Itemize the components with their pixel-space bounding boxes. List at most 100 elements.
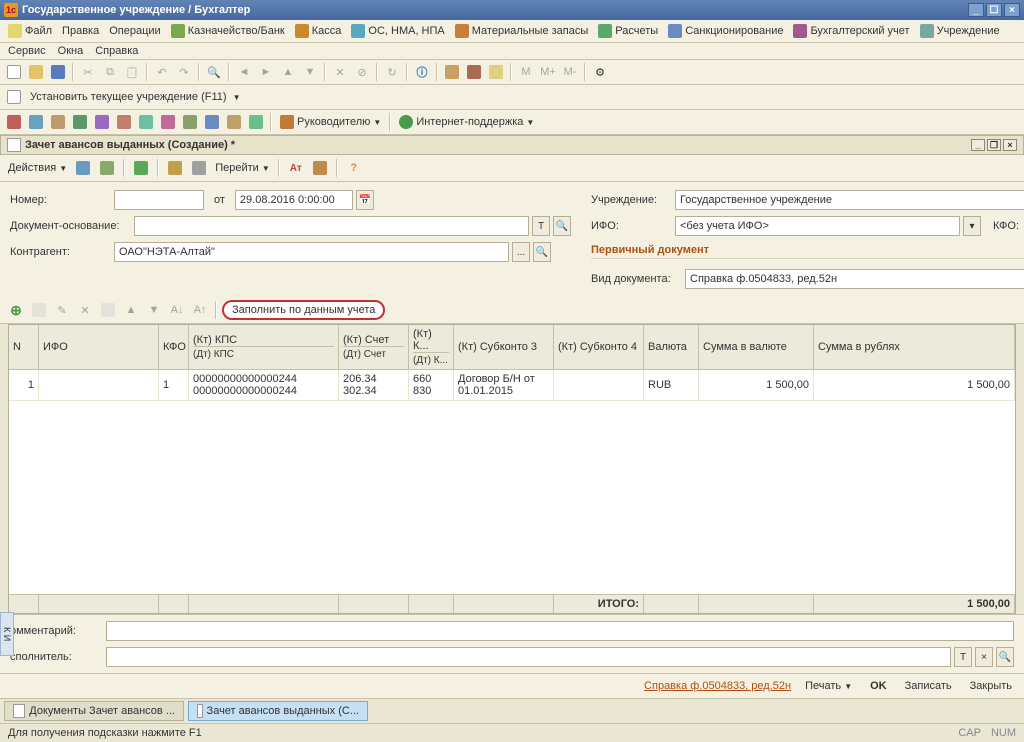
col-currency[interactable]: Валюта (644, 325, 699, 369)
maximize-button[interactable]: ☐ (986, 3, 1002, 17)
tool-4-icon[interactable] (70, 112, 90, 132)
executor-search-button[interactable]: 🔍 (996, 647, 1014, 667)
close-doc-button[interactable]: Закрыть (966, 678, 1016, 694)
doc-type-input[interactable]: Справка ф.0504833, ред.52н (685, 269, 1024, 289)
menu-sanction[interactable]: Санкционирование (664, 22, 787, 40)
counterparty-select-button[interactable]: ... (512, 242, 530, 262)
basis-type-button[interactable]: T (532, 216, 550, 236)
doc-close-button[interactable]: × (1003, 139, 1017, 151)
menu-calc[interactable]: Расчеты (594, 22, 662, 40)
tool-6-icon[interactable] (114, 112, 134, 132)
col-sum-currency[interactable]: Сумма в валюте (699, 325, 814, 369)
menu-operations[interactable]: Операции (105, 23, 164, 39)
col-kfo[interactable]: КФО (159, 325, 189, 369)
doc-tool-4-icon[interactable] (165, 158, 185, 178)
col-sub3[interactable]: (Кт) Субконто 3 (454, 325, 554, 369)
menu-service[interactable]: Сервис (8, 45, 46, 57)
basis-search-button[interactable]: 🔍 (553, 216, 571, 236)
calc-icon[interactable] (442, 62, 462, 82)
ifo-input[interactable]: <без учета ИФО> (675, 216, 960, 236)
doc-tool-3-icon[interactable] (131, 158, 151, 178)
col-sum-rub[interactable]: Сумма в рублях (814, 325, 1015, 369)
menu-windows[interactable]: Окна (58, 45, 84, 57)
help-icon[interactable]: ⓘ (412, 62, 432, 82)
fill-from-data-button[interactable]: Заполнить по данным учета (222, 300, 385, 320)
doc-icon[interactable] (4, 87, 24, 107)
doc-tool-1-icon[interactable] (73, 158, 93, 178)
basis-input[interactable] (134, 216, 529, 236)
set-institution-button[interactable]: Установить текущее учреждение (F11) (26, 89, 231, 105)
executor-clear-button[interactable]: × (975, 647, 993, 667)
ok-button[interactable]: OK (866, 678, 891, 694)
col-account[interactable]: (Кт) Счет (Дт) Счет (339, 325, 409, 369)
number-input[interactable] (114, 190, 204, 210)
col-k[interactable]: (Кт) К... (Дт) К... (409, 325, 454, 369)
col-n[interactable]: N (9, 325, 39, 369)
dropdown-arrow-icon[interactable]: ▼ (233, 93, 241, 102)
grid-icon[interactable] (486, 62, 506, 82)
menu-cash[interactable]: Касса (291, 22, 346, 40)
task-tab-2[interactable]: Зачет авансов выданных (С... (188, 701, 368, 721)
save-icon[interactable] (48, 62, 68, 82)
open-icon[interactable] (26, 62, 46, 82)
tool-7-icon[interactable] (136, 112, 156, 132)
col-sub4[interactable]: (Кт) Субконто 4 (554, 325, 644, 369)
col-kps[interactable]: (Кт) КПС (Дт) КПС (189, 325, 339, 369)
institution-input[interactable]: Государственное учреждение (675, 190, 1024, 210)
tool-5-icon[interactable] (92, 112, 112, 132)
menu-edit[interactable]: Правка (58, 23, 103, 39)
support-dropdown[interactable]: Интернет-поддержка ▼ (395, 113, 538, 131)
manager-dropdown[interactable]: Руководителю ▼ (276, 113, 385, 131)
menu-accounting[interactable]: Бухгалтерский учет (789, 22, 913, 40)
tool-9-icon[interactable] (180, 112, 200, 132)
task-tab-1[interactable]: Документы Зачет авансов ... (4, 701, 184, 721)
menu-help[interactable]: Справка (95, 45, 138, 57)
tool-1-icon[interactable] (4, 112, 24, 132)
minimize-button[interactable]: _ (968, 3, 984, 17)
menu-file[interactable]: Файл (4, 22, 56, 40)
refresh-icon: ↻ (382, 62, 402, 82)
copy-row-icon (29, 300, 49, 320)
doc-tool-7-icon[interactable] (310, 158, 330, 178)
counterparty-input[interactable]: ОАО"НЭТА-Алтай" (114, 242, 509, 262)
menu-institution[interactable]: Учреждение (916, 22, 1004, 40)
table-row[interactable]: 1 1 00000000000000244 00000000000000244 … (9, 370, 1015, 401)
doc-tool-6-icon[interactable]: Ат (286, 158, 306, 178)
executor-input[interactable] (106, 647, 951, 667)
print-button[interactable]: Печать ▼ (801, 678, 856, 694)
goto-dropdown[interactable]: Перейти ▼ (213, 162, 272, 174)
tool-3-icon[interactable] (48, 112, 68, 132)
counterparty-search-button[interactable]: 🔍 (533, 242, 551, 262)
add-row-icon[interactable]: ⊕ (6, 300, 26, 320)
doc-restore-button[interactable]: ❐ (987, 139, 1001, 151)
new-icon[interactable] (4, 62, 24, 82)
comment-input[interactable] (106, 621, 1014, 641)
tool-10-icon[interactable] (202, 112, 222, 132)
doc-tool-5-icon[interactable] (189, 158, 209, 178)
executor-type-button[interactable]: T (954, 647, 972, 667)
menu-assets[interactable]: ОС, НМА, НПА (347, 22, 448, 40)
date-input[interactable]: 29.08.2016 0:00:00 (235, 190, 353, 210)
doc-minimize-button[interactable]: _ (971, 139, 985, 151)
grid-body[interactable]: 1 1 00000000000000244 00000000000000244 … (9, 370, 1015, 594)
doc-type-link[interactable]: Справка ф.0504833, ред.52н (644, 680, 791, 692)
redo-icon: ↷ (174, 62, 194, 82)
settings-icon[interactable]: ⚙ (590, 62, 610, 82)
side-panel-tab[interactable]: К И (0, 612, 14, 656)
tool-8-icon[interactable] (158, 112, 178, 132)
save-button[interactable]: Записать (901, 678, 956, 694)
col-ifo[interactable]: ИФО (39, 325, 159, 369)
ifo-dropdown-button[interactable]: ▾ (963, 216, 981, 236)
tool-11-icon[interactable] (224, 112, 244, 132)
menu-treasury[interactable]: Казначейство/Банк (167, 22, 289, 40)
doc-help-icon[interactable]: ? (344, 158, 364, 178)
calendar-icon[interactable] (464, 62, 484, 82)
doc-tool-2-icon[interactable] (97, 158, 117, 178)
tool-2-icon[interactable] (26, 112, 46, 132)
tool-12-icon[interactable] (246, 112, 266, 132)
actions-dropdown[interactable]: Действия ▼ (6, 162, 69, 174)
date-picker-button[interactable]: 📅 (356, 190, 374, 210)
find-icon[interactable]: 🔍 (204, 62, 224, 82)
menu-inventory[interactable]: Материальные запасы (451, 22, 593, 40)
close-button[interactable]: × (1004, 3, 1020, 17)
